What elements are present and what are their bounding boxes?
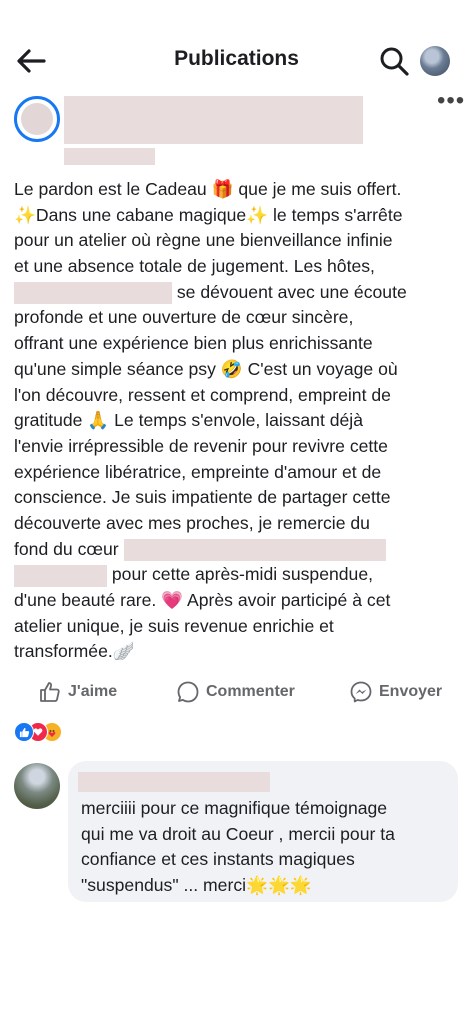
comment-line: qui me va droit au Coeur , mercii pour t… [81, 823, 395, 844]
messenger-icon [350, 681, 372, 703]
post-line: l'envie irrépressible de revenir pour re… [14, 435, 388, 456]
post-line: Le pardon est le Cadeau 🎁 que je me suis… [14, 179, 402, 199]
post-line: expérience libératrice, empreinte d'amou… [14, 461, 382, 482]
reactions-summary[interactable] [14, 722, 74, 742]
post-line: se dévouent avec une écoute [14, 280, 466, 306]
post-actions: J'aime Commenter Envoyer [0, 672, 473, 712]
send-label: Envoyer [379, 683, 443, 700]
post-line: d'une beauté rare. 💗 Après avoir partici… [14, 590, 391, 610]
more-options-button[interactable]: ••• [437, 89, 465, 113]
like-button[interactable]: J'aime [38, 680, 117, 704]
post-line: pour un atelier où règne une bienveillan… [14, 230, 393, 251]
post-line: profonde et une ouverture de cœur sincèr… [14, 307, 354, 328]
post-line: l'on découvre, ressent et comprend, empr… [14, 384, 391, 405]
redacted-timestamp [64, 148, 155, 165]
search-button[interactable] [378, 45, 410, 77]
post-line: qu'une simple séance psy 🤣 C'est un voya… [14, 358, 398, 379]
post-line: pour cette après-midi suspendue, [14, 562, 466, 588]
comment-line: confiance et ces instants magiques [81, 849, 355, 870]
post-author-avatar[interactable] [14, 96, 60, 142]
post-line: conscience. Je suis impatiente de partag… [14, 487, 391, 508]
redacted-author-name [64, 96, 363, 144]
post-line: atelier unique, je suis revenue enrichie… [14, 615, 334, 636]
comment-line: "suspendus" ... merci🌟🌟🌟 [81, 875, 312, 896]
post-line: et une absence totale de jugement. Les h… [14, 256, 375, 277]
redacted-host-names [14, 282, 172, 305]
comment-icon [177, 681, 199, 703]
send-button[interactable]: Envoyer [349, 680, 442, 704]
post-text: Le pardon est le Cadeau 🎁 que je me suis… [14, 177, 466, 665]
redacted-mention [123, 538, 386, 561]
thumbs-up-icon [40, 682, 60, 702]
like-label: J'aime [68, 683, 118, 700]
post-line: transformée.🪽 [14, 641, 135, 662]
post-line: ✨Dans une cabane magique✨ le temps s'arr… [14, 204, 403, 225]
comment-label: Commenter [206, 683, 295, 700]
post-line: gratitude 🙏 Le temps s'envole, laissant … [14, 410, 363, 431]
search-icon [380, 47, 409, 76]
post-line: fond du cœur [14, 537, 466, 563]
comment-button[interactable]: Commenter [176, 680, 295, 704]
post-line: offrant une expérience bien plus enrichi… [14, 333, 373, 354]
redacted-mention [14, 564, 107, 587]
like-reaction-icon [14, 722, 34, 742]
profile-avatar[interactable] [420, 46, 450, 76]
comment-text: merciiii pour ce magnifique témoignage q… [81, 796, 453, 899]
redacted-commenter-name [78, 772, 270, 792]
comment-line: merciiii pour ce magnifique témoignage [81, 798, 388, 818]
commenter-avatar[interactable] [14, 763, 60, 809]
post-line: découverte avec mes proches, je remercie… [14, 512, 370, 533]
